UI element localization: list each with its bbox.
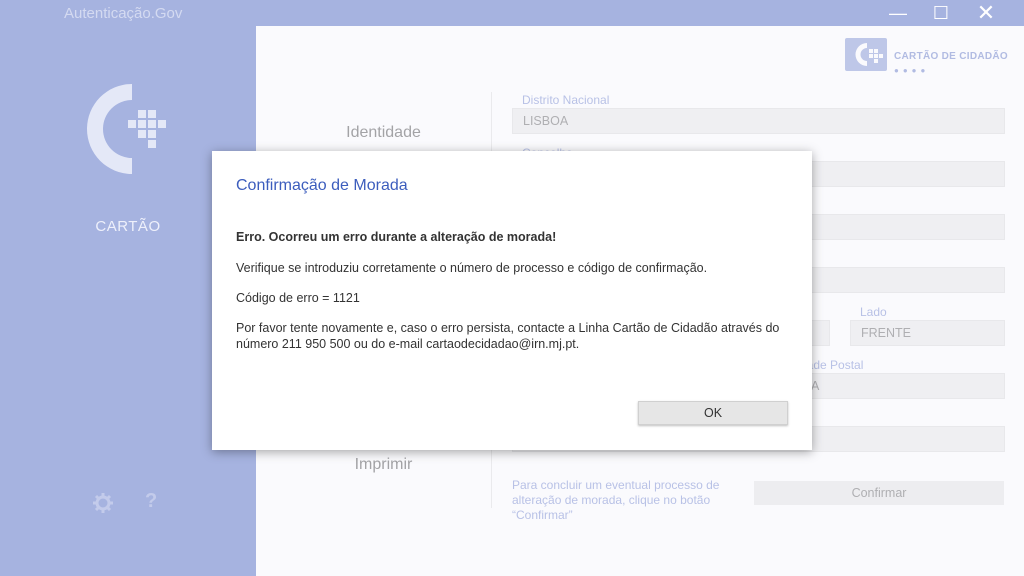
ok-button[interactable]: OK xyxy=(638,401,788,425)
help-icon[interactable]: ? xyxy=(145,490,157,513)
minimize-button[interactable]: — xyxy=(884,2,912,24)
maximize-button[interactable]: ☐ xyxy=(927,2,955,24)
dialog-paragraph-3: Por favor tente novamente e, caso o erro… xyxy=(236,321,780,351)
dialog-title: Confirmação de Morada xyxy=(236,177,408,194)
error-dialog: Confirmação de Morada Erro. Ocorreu um e… xyxy=(212,151,812,450)
dialog-error-code: Código de erro = 1121 xyxy=(236,291,360,305)
close-button[interactable]: ✕ xyxy=(972,2,1000,24)
autenticacao-gov-logo xyxy=(87,84,166,174)
dialog-paragraph-1: Verifique se introduziu corretamente o n… xyxy=(236,261,708,275)
dialog-error-heading: Erro. Ocorreu um erro durante a alteraçã… xyxy=(236,230,557,244)
title-bar: Autenticação.Gov — ☐ ✕ xyxy=(0,0,1024,26)
gear-icon[interactable] xyxy=(92,492,114,514)
app-title: Autenticação.Gov xyxy=(64,5,183,22)
